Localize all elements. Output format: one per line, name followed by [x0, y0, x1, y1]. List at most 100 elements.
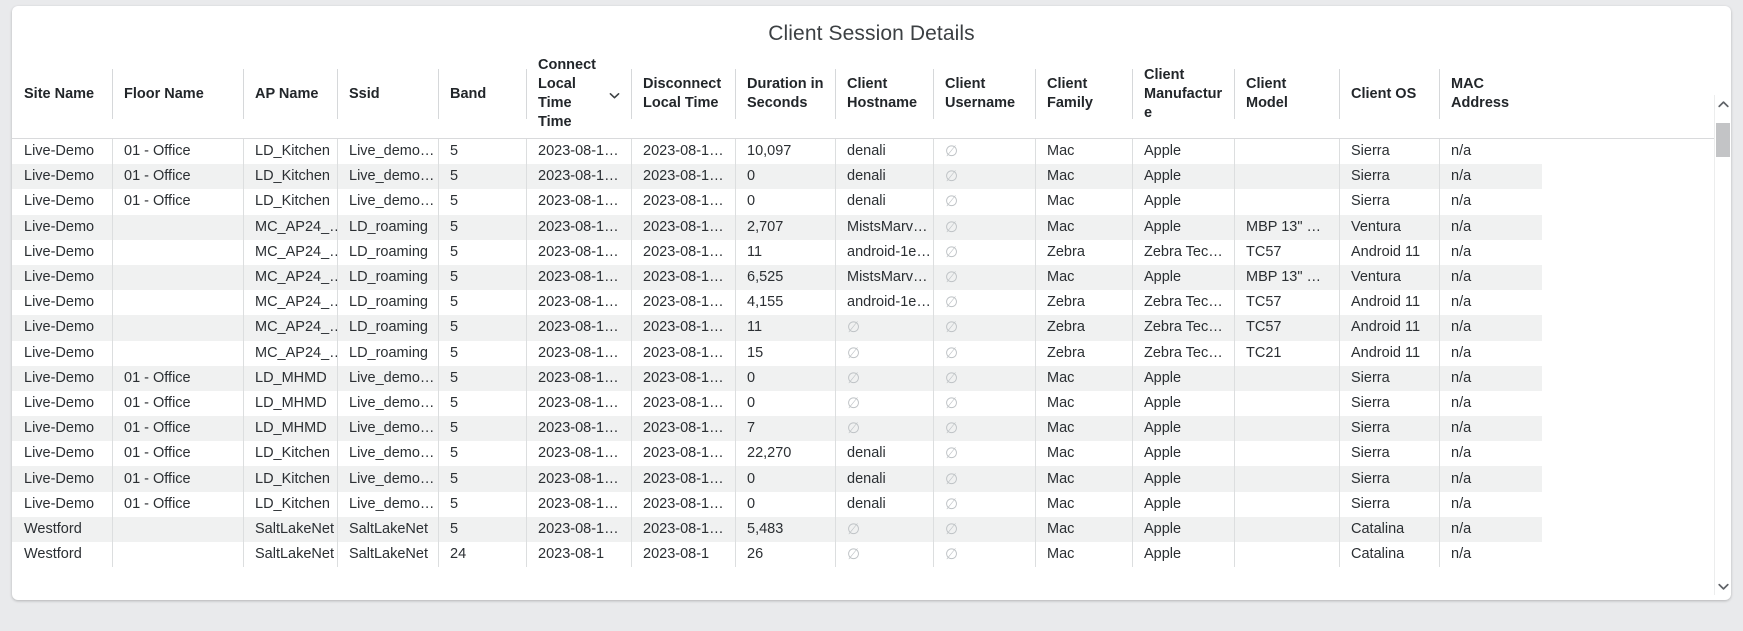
cell-value: Apple: [1144, 189, 1181, 214]
column-header-client-username[interactable]: Client Username: [933, 50, 1035, 138]
empty-value-icon: ∅: [945, 240, 958, 265]
column-header-label: Client Manufacture: [1144, 66, 1224, 123]
column-header-label: AP Name: [255, 85, 318, 104]
table-row[interactable]: Live-Demo01 - OfficeLD_KitchenLive_demo……: [12, 441, 1542, 466]
column-header-client-family[interactable]: Client Family: [1035, 50, 1132, 138]
table-row[interactable]: Live-Demo01 - OfficeLD_KitchenLive_demo……: [12, 466, 1542, 491]
cell-value: n/a: [1451, 391, 1471, 416]
cell-value: n/a: [1451, 517, 1471, 542]
table-row[interactable]: Live-DemoMC_AP24_…LD_roaming52023-08-1…2…: [12, 240, 1542, 265]
cell-value: Mac: [1047, 215, 1074, 240]
cell-value: Sierra: [1351, 492, 1390, 517]
table-cell: 2023-08-1…: [526, 215, 631, 240]
table-cell: Zebra: [1035, 315, 1132, 340]
table-cell: MC_AP24_…: [243, 341, 337, 366]
cell-value: SaltLakeNet: [255, 542, 334, 567]
column-header-mac-address[interactable]: MAC Address: [1439, 50, 1542, 138]
column-header-ssid[interactable]: Ssid: [337, 50, 438, 138]
cell-value: MBP 13" …: [1246, 215, 1321, 240]
column-header-band[interactable]: Band: [438, 50, 526, 138]
table-cell: n/a: [1439, 215, 1542, 240]
table-row[interactable]: Live-DemoMC_AP24_…LD_roaming52023-08-1…2…: [12, 265, 1542, 290]
table-cell: 01 - Office: [112, 189, 243, 214]
column-header-label: Duration in Seconds: [747, 75, 825, 113]
table-cell: ∅: [933, 189, 1035, 214]
column-header-ap-name[interactable]: AP Name: [243, 50, 337, 138]
table-row[interactable]: Live-Demo01 - OfficeLD_MHMDLive_demo…520…: [12, 391, 1542, 416]
cell-value: MBP 13" …: [1246, 265, 1321, 290]
table-cell: ∅: [933, 215, 1035, 240]
table-cell: Sierra: [1339, 492, 1439, 517]
table-row[interactable]: WestfordSaltLakeNetSaltLakeNet52023-08-1…: [12, 517, 1542, 542]
table-cell: LD_Kitchen: [243, 441, 337, 466]
column-header-client-hostname[interactable]: Client Hostname: [835, 50, 933, 138]
column-header-client-os[interactable]: Client OS: [1339, 50, 1439, 138]
table-cell: ∅: [933, 517, 1035, 542]
scrollbar-thumb[interactable]: [1716, 123, 1730, 157]
cell-value: 5: [450, 164, 458, 189]
table-row[interactable]: Live-Demo01 - OfficeLD_KitchenLive_demo……: [12, 164, 1542, 189]
column-header-disconnect-local-time[interactable]: Disconnect Local Time: [631, 50, 735, 138]
vertical-scrollbar[interactable]: [1714, 95, 1731, 595]
cell-value: 5: [450, 265, 458, 290]
table-cell: Mac: [1035, 416, 1132, 441]
table-cell: 2023-08-1…: [631, 416, 735, 441]
table-cell: Mac: [1035, 164, 1132, 189]
cell-value: Apple: [1144, 139, 1181, 164]
table-cell: [1234, 492, 1339, 517]
table-cell: Apple: [1132, 265, 1234, 290]
chevron-down-icon[interactable]: [1715, 577, 1731, 595]
table-row[interactable]: Live-Demo01 - OfficeLD_KitchenLive_demo……: [12, 189, 1542, 214]
table-cell: n/a: [1439, 139, 1542, 164]
table-cell: 2023-08-1…: [526, 265, 631, 290]
scrollbar-track[interactable]: [1715, 113, 1731, 577]
column-header-client-manufacture[interactable]: Client Manufacture: [1132, 50, 1234, 138]
column-header-site-name[interactable]: Site Name: [12, 50, 112, 138]
table-cell: 5: [438, 164, 526, 189]
table-row[interactable]: Live-DemoMC_AP24_…LD_roaming52023-08-1…2…: [12, 341, 1542, 366]
table-cell: LD_roaming: [337, 315, 438, 340]
table-cell: 01 - Office: [112, 466, 243, 491]
column-header-client-model[interactable]: Client Model: [1234, 50, 1339, 138]
table-row[interactable]: Live-DemoMC_AP24_…LD_roaming52023-08-1…2…: [12, 215, 1542, 240]
table-cell: 2023-08-1…: [631, 215, 735, 240]
cell-value: 01 - Office: [124, 416, 191, 441]
empty-value-icon: ∅: [945, 467, 958, 492]
table-row[interactable]: Live-DemoMC_AP24_…LD_roaming52023-08-1…2…: [12, 315, 1542, 340]
cell-value: Apple: [1144, 164, 1181, 189]
table-cell: [112, 290, 243, 315]
table-cell: 5: [438, 189, 526, 214]
table-cell: [1234, 542, 1339, 567]
table-row[interactable]: WestfordSaltLakeNetSaltLakeNet242023-08-…: [12, 542, 1542, 567]
cell-value: Sierra: [1351, 164, 1390, 189]
table-row[interactable]: Live-DemoMC_AP24_…LD_roaming52023-08-1…2…: [12, 290, 1542, 315]
table-row[interactable]: Live-Demo01 - OfficeLD_KitchenLive_demo……: [12, 139, 1542, 164]
table-cell: n/a: [1439, 466, 1542, 491]
table-row[interactable]: Live-Demo01 - OfficeLD_MHMDLive_demo…520…: [12, 416, 1542, 441]
column-header-connect-local-time-time[interactable]: Connect Local Time Time: [526, 50, 631, 138]
cell-value: LD_Kitchen: [255, 139, 330, 164]
cell-value: android-1e…: [847, 240, 931, 265]
cell-value: MC_AP24_…: [255, 240, 337, 265]
table-cell: 2023-08-1: [631, 542, 735, 567]
cell-value: 26: [747, 542, 763, 567]
cell-value: Mac: [1047, 139, 1074, 164]
column-header-floor-name[interactable]: Floor Name: [112, 50, 243, 138]
cell-value: LD_MHMD: [255, 416, 327, 441]
cell-value: 5: [450, 341, 458, 366]
cell-value: Catalina: [1351, 517, 1404, 542]
table-row[interactable]: Live-Demo01 - OfficeLD_KitchenLive_demo……: [12, 492, 1542, 517]
cell-value: Zebra: [1047, 341, 1085, 366]
table-cell: ∅: [835, 542, 933, 567]
cell-value: Sierra: [1351, 139, 1390, 164]
table-cell: Live-Demo: [12, 315, 112, 340]
table-cell: 2023-08-1…: [631, 290, 735, 315]
table-cell: Apple: [1132, 391, 1234, 416]
chevron-up-icon[interactable]: [1715, 95, 1731, 113]
chevron-down-icon[interactable]: [608, 89, 621, 102]
column-header-duration-in-seconds[interactable]: Duration in Seconds: [735, 50, 835, 138]
table-cell: [112, 215, 243, 240]
cell-value: 5: [450, 441, 458, 466]
table-row[interactable]: Live-Demo01 - OfficeLD_MHMDLive_demo…520…: [12, 366, 1542, 391]
cell-value: 01 - Office: [124, 366, 191, 391]
